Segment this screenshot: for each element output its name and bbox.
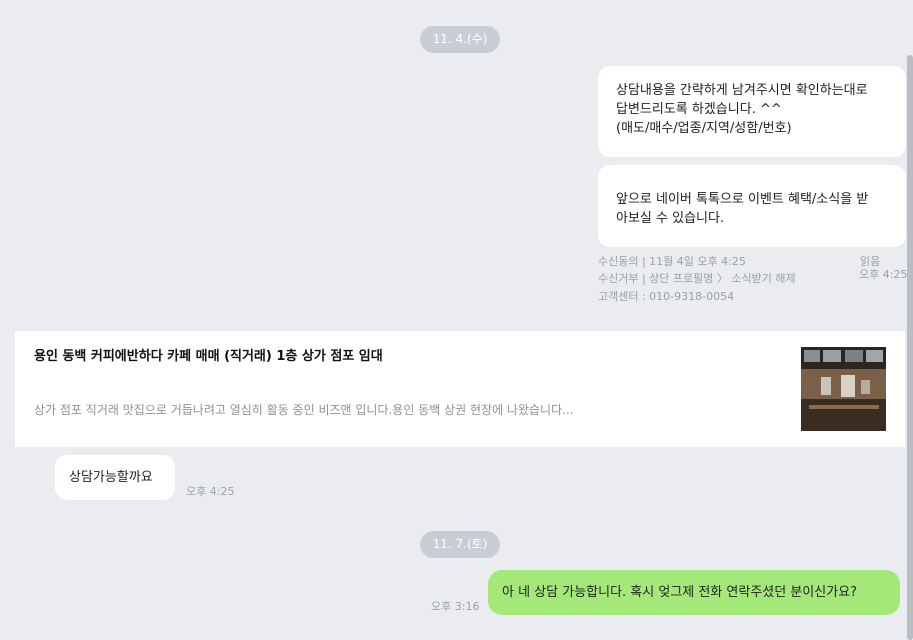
outgoing-message-text: 아 네 상담 가능합니다. 혹시 엊그제 전화 연락주셨던 분이신가요? [502, 585, 858, 600]
consent-info: 수신동의 | 11월 4일 오후 4:25 [598, 255, 746, 268]
message-time: 오후 4:25 [859, 268, 908, 281]
chevron-right-icon: 〉 [716, 272, 728, 285]
incoming-message: 상담가능할까요 [55, 455, 175, 500]
date-separator: 11. 4.(수) [420, 26, 500, 53]
support-phone: 고객센터 : 010-9318-0054 [598, 290, 735, 303]
bot-message-consult-guide: 상담내용을 간략하게 남겨주시면 확인하는대로 답변드리도록 하겠습니다. ^^… [598, 66, 906, 157]
message-line: 앞으로 네이버 톡톡으로 이벤트 혜택/소식을 받 [616, 192, 869, 207]
incoming-time: 오후 4:25 [186, 485, 235, 498]
listing-link-card[interactable]: 용인 동백 커피에반하다 카페 매매 (직거래) 1층 상가 점포 임대 상가 … [15, 331, 905, 447]
cafe-photo-thumbnail [801, 347, 886, 431]
unsubscribe-link[interactable]: 소식받기 해제 [731, 272, 795, 285]
incoming-message-text: 상담가능할까요 [69, 470, 153, 485]
message-line: (매도/매수/업종/지역/성함/번호) [616, 121, 792, 136]
unsubscribe-prefix: 수신거부 | 상단 프로필명 [598, 272, 714, 285]
date-separator: 11. 7.(토) [420, 531, 500, 558]
bot-message-talktalk-info: 앞으로 네이버 톡톡으로 이벤트 혜택/소식을 받 아보실 수 있습니다. [598, 165, 906, 247]
card-title: 용인 동백 커피에반하다 카페 매매 (직거래) 1층 상가 점포 임대 [34, 349, 383, 364]
chat-scrollbar[interactable] [907, 55, 913, 640]
message-line: 답변드리도록 하겠습니다. ^^ [616, 102, 782, 117]
outgoing-time: 오후 3:16 [431, 600, 480, 613]
outgoing-message: 아 네 상담 가능합니다. 혹시 엊그제 전화 연락주셨던 분이신가요? [488, 570, 900, 615]
message-line: 아보실 수 있습니다. [616, 211, 725, 226]
card-description: 상가 점포 직거래 맛집으로 거듭나려고 열심히 활동 중인 비즈맨 입니다.용… [34, 403, 574, 417]
message-line: 상담내용을 간략하게 남겨주시면 확인하는대로 [616, 83, 868, 98]
unsubscribe-info: 수신거부 | 상단 프로필명 〉 소식받기 해제 [598, 270, 796, 286]
